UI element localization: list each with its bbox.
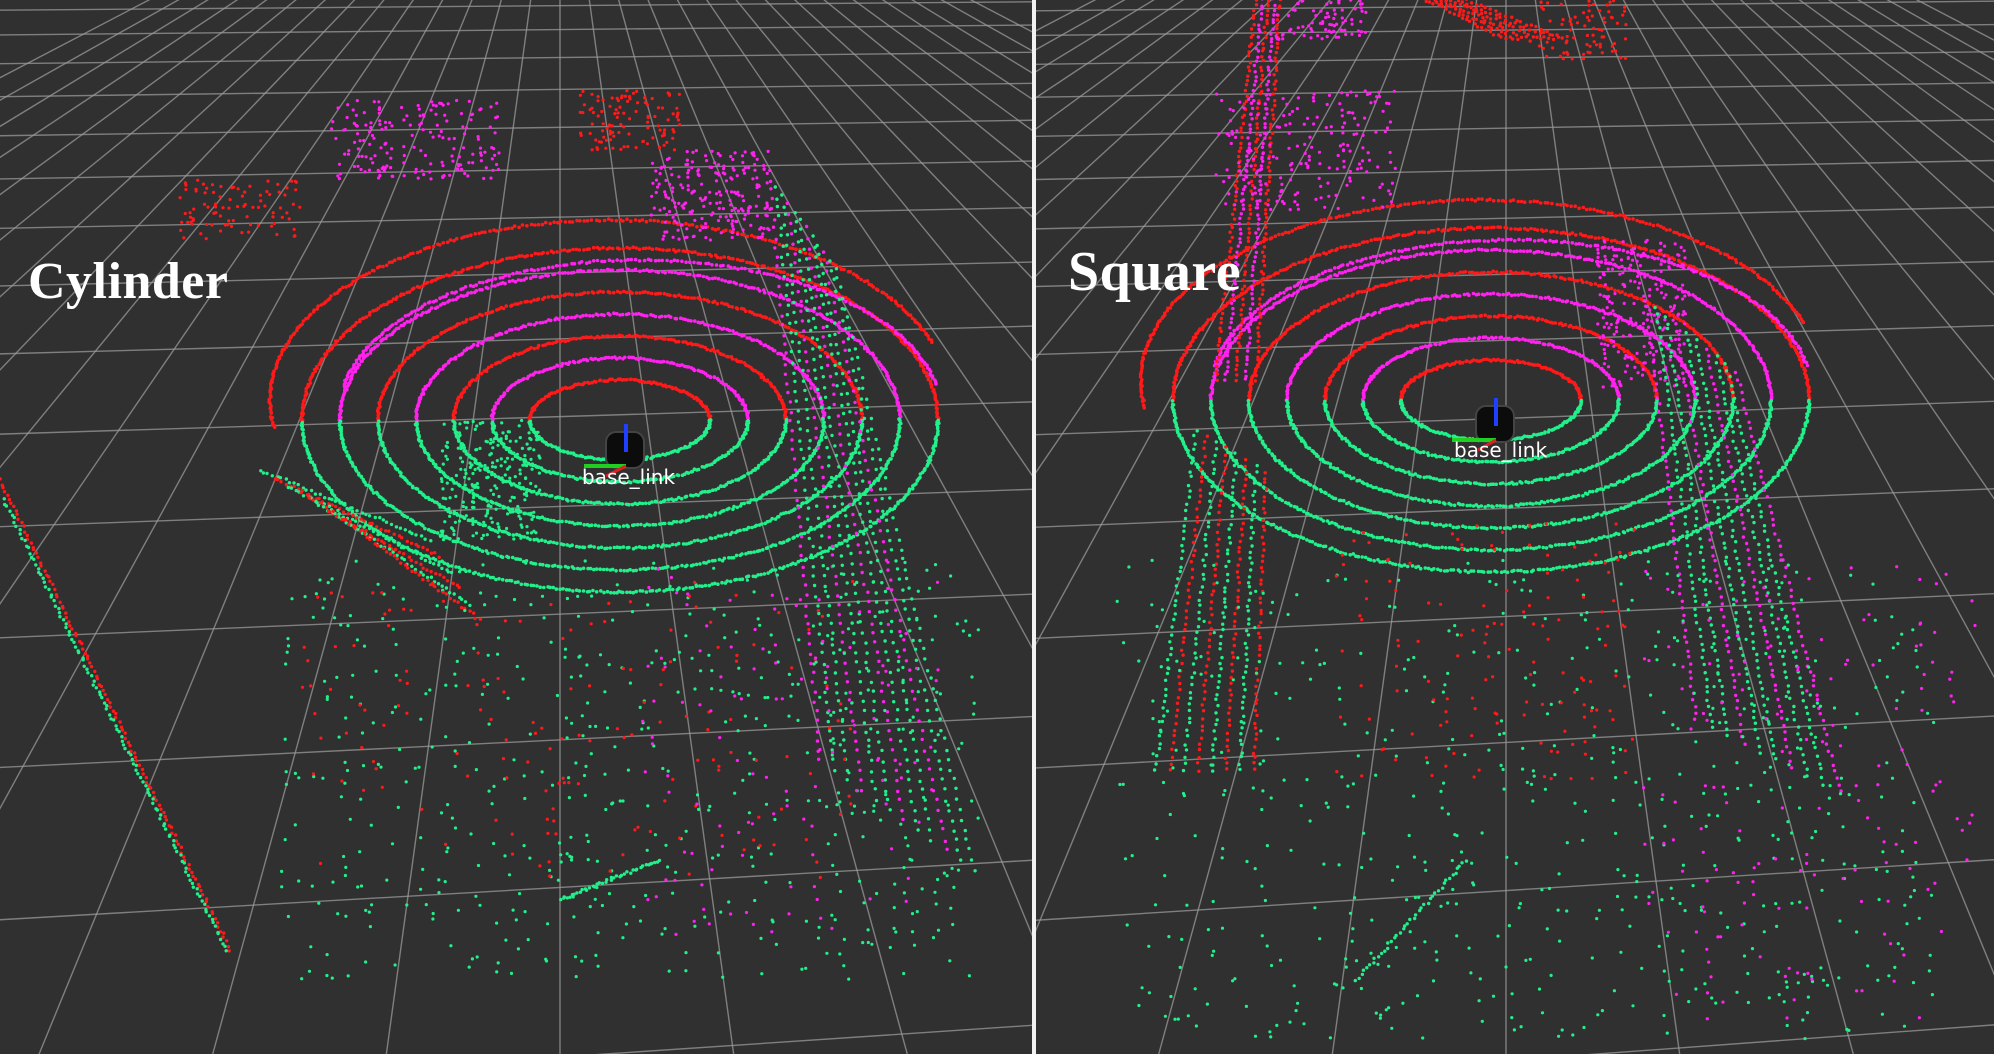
cylinder-panel: base_link Cylinder [0,0,1032,1054]
square-panel: base_link Square [1036,0,1994,1054]
frame-label: base_link [582,465,675,489]
panel-title: Cylinder [28,253,229,310]
cylinder-pointcloud-view: base_link [0,0,1032,1054]
square-pointcloud-view: base_link [1036,0,1994,1054]
ground-grid [0,0,1032,1054]
panel-title: Square [1068,241,1242,303]
point-cloud [1115,0,1977,1041]
point-cloud [0,89,980,981]
robot-marker: base_link [1452,398,1547,462]
frame-label: base_link [1454,438,1547,462]
